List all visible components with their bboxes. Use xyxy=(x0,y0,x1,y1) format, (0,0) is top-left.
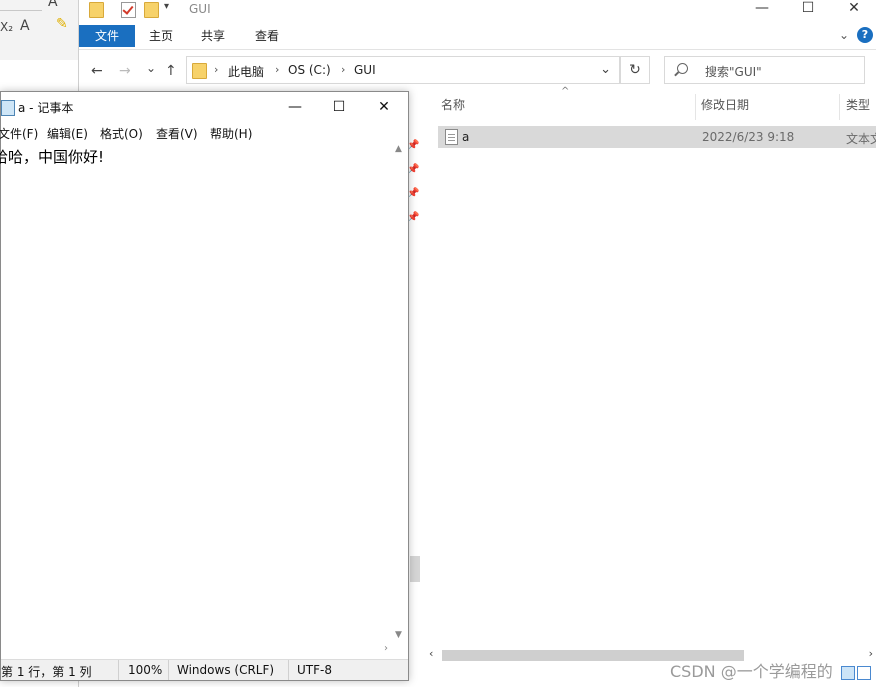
scroll-right-icon[interactable]: › xyxy=(869,647,873,660)
search-placeholder: 搜索"GUI" xyxy=(705,65,762,79)
breadcrumb-separator-icon: › xyxy=(341,63,346,76)
tab-file[interactable]: 文件 xyxy=(79,25,135,47)
notepad-statusbar: 第 1 行，第 1 列 100% Windows (CRLF) UTF-8 xyxy=(1,659,408,680)
address-dropdown-icon[interactable]: ⌄ xyxy=(600,62,611,77)
breadcrumb-this-pc[interactable]: 此电脑 xyxy=(228,63,264,80)
file-row[interactable]: a 2022/6/23 9:18 文本文档 xyxy=(438,126,876,148)
menu-format[interactable]: 格式(O) xyxy=(100,125,143,142)
scroll-up-icon[interactable]: ▲ xyxy=(395,144,402,154)
font-glyph: A xyxy=(48,0,58,10)
column-header-name[interactable]: 名称 xyxy=(441,96,465,113)
menu-edit[interactable]: 编辑(E) xyxy=(47,125,88,142)
background-app-toolbar: A A X₂ ✎ xyxy=(0,0,78,60)
menu-file[interactable]: 文件(F) xyxy=(0,125,38,142)
navigation-bar: ← → ⌄ ↑ › 此电脑 › OS (C:) › GUI ⌄ ↻ 搜索"GUI… xyxy=(79,53,876,89)
refresh-button[interactable]: ↻ xyxy=(620,56,650,84)
ribbon-collapse-icon[interactable]: ⌄ xyxy=(839,28,849,42)
notepad-vertical-scrollbar[interactable]: ▲ ▼ xyxy=(391,142,408,642)
notepad-window: a - 记事本 — ☐ ✕ 文件(F) 编辑(E) 格式(O) 查看(V) 帮助… xyxy=(0,91,409,681)
subscript-glyph: X₂ xyxy=(0,20,14,34)
notepad-maximize-button[interactable]: ☐ xyxy=(317,96,361,118)
notepad-titlebar: a - 记事本 — ☐ ✕ xyxy=(1,92,408,122)
recent-locations-icon[interactable]: ⌄ xyxy=(146,61,156,75)
details-view-icon[interactable] xyxy=(841,666,855,680)
back-button[interactable]: ← xyxy=(91,63,103,79)
column-header-type[interactable]: 类型 xyxy=(846,96,870,113)
column-divider[interactable] xyxy=(839,94,840,120)
menu-help[interactable]: 帮助(H) xyxy=(210,125,252,142)
column-header-date[interactable]: 修改日期 xyxy=(701,96,749,113)
notepad-title: a - 记事本 xyxy=(18,101,74,115)
properties-icon[interactable] xyxy=(121,2,136,18)
notepad-horizontal-scrollbar[interactable]: › xyxy=(1,642,408,659)
notepad-content: 哈哈，中国你好! xyxy=(0,148,105,166)
tab-home[interactable]: 主页 xyxy=(141,25,181,47)
file-name: a xyxy=(462,130,470,144)
search-icon xyxy=(677,63,688,74)
breadcrumb-separator-icon: › xyxy=(275,63,280,76)
scroll-left-icon[interactable]: ‹ xyxy=(429,647,433,660)
breadcrumb-gui[interactable]: GUI xyxy=(354,63,376,77)
explorer-title: GUI xyxy=(189,2,211,16)
scroll-right-icon[interactable]: › xyxy=(384,643,388,654)
breadcrumb-separator-icon: › xyxy=(214,63,219,76)
address-bar[interactable]: › 此电脑 › OS (C:) › GUI ⌄ xyxy=(186,56,620,84)
notepad-text-area[interactable]: 哈哈，中国你好! xyxy=(0,142,391,642)
column-divider[interactable] xyxy=(695,94,696,120)
notepad-menubar: 文件(F) 编辑(E) 格式(O) 查看(V) 帮助(H) xyxy=(0,122,408,142)
notepad-minimize-button[interactable]: — xyxy=(273,96,317,118)
scroll-down-icon[interactable]: ▼ xyxy=(395,630,402,640)
tab-view[interactable]: 查看 xyxy=(247,25,287,47)
explorer-titlebar: ▾ GUI — ☐ ✕ xyxy=(79,0,876,20)
ribbon-tabs: 文件 主页 共享 查看 ⌄ ? xyxy=(79,22,876,50)
notepad-close-button[interactable]: ✕ xyxy=(362,96,406,118)
help-icon[interactable]: ? xyxy=(857,27,873,43)
status-divider xyxy=(118,660,119,680)
explorer-minimize-button[interactable]: — xyxy=(739,0,785,18)
large-icons-view-icon[interactable] xyxy=(857,666,871,680)
folder-icon xyxy=(192,63,207,79)
forward-button[interactable]: → xyxy=(119,63,131,79)
sort-ascending-icon: ^ xyxy=(561,86,570,97)
notepad-icon xyxy=(1,100,15,116)
tab-share[interactable]: 共享 xyxy=(193,25,233,47)
status-divider xyxy=(288,660,289,680)
status-line-ending: Windows (CRLF) xyxy=(177,663,275,677)
nav-pane-scrollbar[interactable] xyxy=(410,556,420,582)
file-modified-date: 2022/6/23 9:18 xyxy=(702,130,795,144)
highlight-icon: ✎ xyxy=(56,16,68,32)
new-folder-icon[interactable] xyxy=(144,2,159,18)
status-zoom: 100% xyxy=(128,663,163,677)
status-encoding: UTF-8 xyxy=(297,663,332,677)
file-type: 文本文档 xyxy=(846,132,876,146)
explorer-close-button[interactable]: ✕ xyxy=(831,0,876,18)
breadcrumb-drive[interactable]: OS (C:) xyxy=(288,63,331,77)
menu-view[interactable]: 查看(V) xyxy=(156,125,198,142)
qat-dropdown-icon[interactable]: ▾ xyxy=(164,1,169,12)
up-button[interactable]: ↑ xyxy=(165,63,177,79)
search-box[interactable]: 搜索"GUI" xyxy=(664,56,865,84)
font-glyph: A xyxy=(20,18,30,34)
status-cursor-position: 第 1 行，第 1 列 xyxy=(1,665,92,679)
text-file-icon xyxy=(445,129,458,145)
folder-icon xyxy=(89,2,104,18)
explorer-maximize-button[interactable]: ☐ xyxy=(785,0,831,18)
watermark: CSDN @一个学编程的 xyxy=(670,662,833,681)
status-divider xyxy=(168,660,169,680)
